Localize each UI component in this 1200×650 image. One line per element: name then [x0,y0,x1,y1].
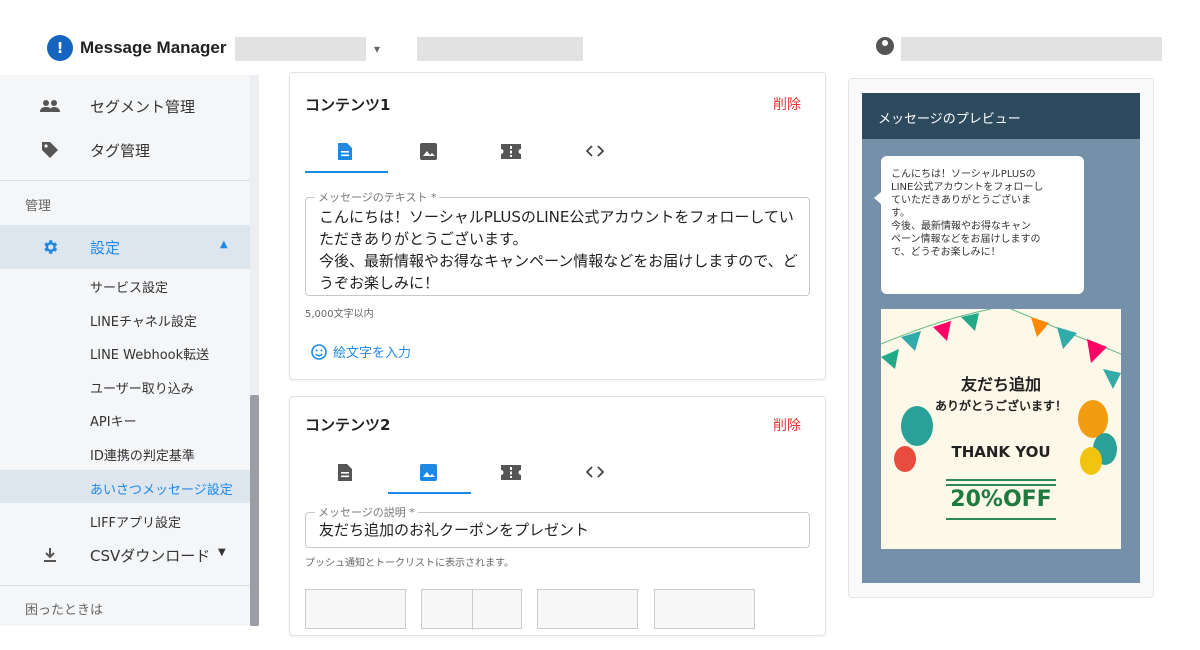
divider [0,180,250,181]
sidebar-item-segment[interactable]: セグメント管理 [0,91,250,121]
text-line: うぞお楽しみに！ [319,274,440,292]
tab-coupon[interactable] [501,141,521,161]
document-icon [338,463,352,481]
coupon-text-line4: 20%OFF [950,487,1052,512]
sidebar-subitem[interactable]: ID連携の判定基準 [0,436,250,469]
tab-code[interactable] [585,141,605,161]
sidebar-item-label: 設定 [90,238,121,257]
chevron-down-icon: ▼ [218,547,226,558]
sidebar-subitem-label: LINEチャネル設定 [90,314,197,330]
bubble-line: 今後、最新情報やお得なキャン [891,221,1031,232]
sidebar-scrollbar-thumb[interactable] [250,395,259,626]
bubble-line: す。 [891,208,910,219]
sidebar-item-label: CSVダウンロード [90,546,211,565]
tab-code[interactable] [585,462,605,482]
image-layout-option[interactable] [421,589,522,630]
bubble-line: こんにちは！ソーシャルPLUSの [891,169,1036,180]
sidebar-item-tag[interactable]: タグ管理 [0,135,250,165]
chevron-up-icon: ▲ [220,239,228,250]
image-layout-option[interactable] [654,589,755,629]
sidebar-subitem[interactable]: APIキー [0,402,250,435]
tab-coupon[interactable] [501,462,521,482]
sidebar-subitem[interactable]: サービス設定 [0,268,250,301]
coupon-text-line2: ありがとうございます！ [934,399,1067,413]
tab-image[interactable] [418,141,438,161]
sidebar-item-label: セグメント管理 [90,97,196,116]
download-icon [40,545,60,565]
section-label-manage: 管理 [25,199,52,214]
text-line: ただきありがとうございます。 [319,230,528,248]
preview-title: メッセージのプレビュー [862,93,1140,139]
sidebar-subitem-label: サービス設定 [90,281,169,296]
content-title: コンテンツ2 [305,416,391,434]
redacted-field [417,37,583,61]
chevron-down-icon[interactable]: ▾ [374,42,380,56]
document-icon [338,142,352,160]
coupon-icon [501,143,521,159]
sidebar-subitem[interactable]: LIFFアプリ設定 [0,503,250,536]
preview-message-bubble: こんにちは！ソーシャルPLUSの LINE公式アカウントをフォローし ていただき… [874,156,1084,294]
sidebar-subitem-label: LIFFアプリ設定 [90,516,182,532]
top-bar: ! Message Manager ▾ [0,0,1200,72]
push-notification-hint: プッシュ通知とトークリストに表示されます。 [305,558,514,569]
user-name-redacted[interactable] [901,37,1162,61]
image-icon [419,463,437,481]
sidebar-item-csv[interactable]: CSVダウンロード ▼ [0,539,250,571]
code-icon [586,145,604,157]
text-line: こんにちは！ソーシャルPLUSのLINE公式アカウントをフォローしてい [319,208,794,226]
bubble-line: ていただきありがとうございま [891,195,1031,206]
sidebar-subitem-label: ユーザー取り込み [90,381,194,397]
tab-text[interactable] [335,462,355,482]
delete-button[interactable]: 削除 [773,94,801,114]
bubble-line: で、どうぞお楽しみに！ [891,247,1001,258]
emoji-link-label: 絵文字を入力 [333,346,412,361]
account-select-redacted[interactable] [235,37,366,61]
app-brand[interactable]: Message Manager [80,38,226,58]
sidebar-help-link[interactable]: 困ったときは [25,599,103,618]
divider [0,585,250,586]
sidebar-subitem-label: あいさつメッセージ設定 [90,482,233,498]
bubble-line: ペーン情報などをお届けしますの [891,234,1041,245]
tab-image[interactable] [418,462,438,482]
sidebar-item-label: タグ管理 [90,141,151,160]
smiley-icon [311,343,327,360]
image-layout-option[interactable] [537,589,638,629]
message-description-value[interactable]: 友だち追加のお礼クーポンをプレゼント [319,519,589,541]
sidebar-subitem-label: APIキー [90,415,137,431]
app-logo[interactable]: ! [47,35,73,61]
image-icon [419,142,437,160]
text-line: 今後、最新情報やお得なキャンペーン情報などをお届けしますので、ど [319,252,798,270]
coupon-text-line3: THANK YOU [951,443,1051,461]
tag-icon [40,140,60,160]
bubble-line: LINE公式アカウントをフォローし [891,182,1044,193]
sidebar-item-settings[interactable]: 設定 ▲ [0,225,250,269]
coupon-decoration [881,309,1121,520]
sidebar-subitem-label: ID連携の判定基準 [90,449,195,464]
emoji-input-button[interactable]: 絵文字を入力 [311,342,411,361]
content-title: コンテンツ1 [305,96,391,114]
sidebar-subitem[interactable]: ユーザー取り込み [0,369,250,402]
char-limit-hint: 5,000文字以内 [305,309,374,320]
message-text-value[interactable]: こんにちは！ソーシャルPLUSのLINE公式アカウントをフォローしてい ただきあ… [319,206,804,294]
people-icon [40,96,60,116]
active-tab-indicator [305,171,388,173]
sidebar-subitem[interactable]: あいさつメッセージ設定 [0,469,250,503]
sidebar-subitem[interactable]: LINEチャネル設定 [0,302,250,335]
gear-icon [40,237,60,257]
sidebar: セグメント管理 タグ管理 管理 設定 ▲ サービス設定 LINEチャネル設定 LIN… [0,75,250,626]
active-tab-indicator [388,492,471,494]
code-icon [586,466,604,478]
coupon-text-line1: 友だち追加 [960,375,1041,394]
tab-text[interactable] [335,141,355,161]
sidebar-subitem[interactable]: LINE Webhook転送 [0,335,250,368]
field-label: メッセージの説明 * [315,504,418,520]
coupon-icon [501,464,521,480]
delete-button[interactable]: 削除 [773,415,801,435]
field-label: メッセージのテキスト * [315,189,440,205]
image-layout-option[interactable] [305,589,406,629]
sidebar-subitem-label: LINE Webhook転送 [90,348,210,364]
preview-coupon-image: 友だち追加 ありがとうございます！ THANK YOU 20%OFF [881,309,1121,549]
user-avatar-icon[interactable] [876,37,894,55]
